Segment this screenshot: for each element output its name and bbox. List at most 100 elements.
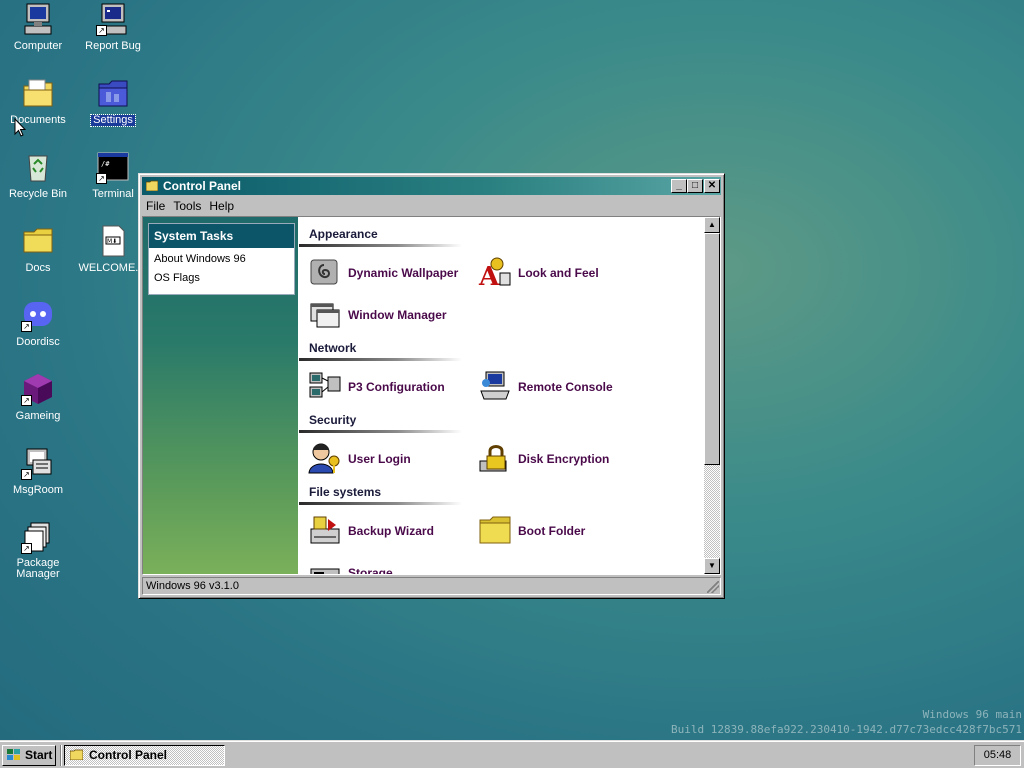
desktop-icon-report-bug[interactable]: ↗ Report Bug xyxy=(76,2,150,52)
build-watermark-title: Windows 96 main xyxy=(922,708,1022,721)
section-title: Network xyxy=(309,341,357,355)
network-computers-icon xyxy=(308,369,342,403)
look-and-feel-icon: A xyxy=(478,255,512,289)
control-panel-icon xyxy=(146,180,158,191)
start-label: Start xyxy=(25,748,53,762)
shortcut-arrow-icon: ↗ xyxy=(96,173,107,184)
desktop-icon-computer[interactable]: Computer xyxy=(1,2,75,52)
scroll-down-button[interactable]: ▼ xyxy=(704,558,720,574)
control-panel-window[interactable]: Control Panel _ □ ✕ File Tools Help System… xyxy=(138,173,725,599)
dynamic-wallpaper-icon xyxy=(308,255,342,289)
settings-folder-icon xyxy=(96,76,130,110)
section-title: Appearance xyxy=(309,227,378,241)
task-link-os-flags[interactable]: OS Flags xyxy=(149,268,294,287)
system-tasks-header: System Tasks xyxy=(149,224,294,248)
desktop-icon-msgroom[interactable]: ↗ MsgRoom xyxy=(1,446,75,496)
window-title: Control Panel xyxy=(163,179,242,193)
minimize-button[interactable]: _ xyxy=(671,179,687,193)
recycle-bin-icon xyxy=(21,150,55,184)
task-link-about[interactable]: About Windows 96 xyxy=(149,248,294,268)
task-label: Control Panel xyxy=(89,748,168,762)
section-file-systems: File systems xyxy=(299,485,462,505)
vertical-scrollbar[interactable]: ▲ ▼ xyxy=(704,217,720,574)
game-cube-icon: ↗ xyxy=(21,372,55,406)
desktop-icon-label: Report Bug xyxy=(85,40,141,52)
svg-text:M⬇: M⬇ xyxy=(107,238,117,245)
item-label: Look and Feel xyxy=(518,266,599,280)
desktop-icon-docs[interactable]: Docs xyxy=(1,224,75,274)
menu-tools[interactable]: Tools xyxy=(169,197,205,215)
desktop-icon-label: Docs xyxy=(25,262,51,274)
control-panel-icon xyxy=(70,749,83,760)
doordisc-icon: ↗ xyxy=(21,298,55,332)
report-bug-icon: ↗ xyxy=(96,2,130,36)
item-label: User Login xyxy=(348,452,411,466)
remote-console-icon xyxy=(478,369,512,403)
desktop-icon-label: Computer xyxy=(13,40,63,52)
resize-grip-icon[interactable] xyxy=(707,581,719,593)
desktop-icon-recycle-bin[interactable]: Recycle Bin xyxy=(1,150,75,200)
scroll-up-button[interactable]: ▲ xyxy=(704,217,720,233)
scroll-thumb[interactable] xyxy=(704,233,720,465)
shortcut-arrow-icon: ↗ xyxy=(96,25,107,36)
section-divider xyxy=(299,358,462,361)
menu-bar: File Tools Help xyxy=(142,197,721,215)
desktop-icon-documents[interactable]: Documents xyxy=(1,76,75,126)
desktop-icon-gameing[interactable]: ↗ Gameing xyxy=(1,372,75,422)
taskbar-clock[interactable]: 05:48 xyxy=(974,745,1021,766)
taskbar-task-control-panel[interactable]: Control Panel xyxy=(64,745,225,766)
item-label: Remote Console xyxy=(518,380,613,394)
window-manager-icon xyxy=(308,297,342,331)
desktop-icon-label: Gameing xyxy=(15,410,61,422)
desktop-icon-label: Terminal xyxy=(92,188,134,200)
shortcut-arrow-icon: ↗ xyxy=(21,395,32,406)
documents-folder-icon xyxy=(21,76,55,110)
taskbar-separator xyxy=(60,745,62,766)
package-manager-icon: ↗ xyxy=(21,520,55,554)
section-network: Network xyxy=(299,341,462,361)
desktop-icon-label: Package Manager xyxy=(16,557,60,580)
desktop-icon-package-manager[interactable]: ↗ Package Manager xyxy=(1,520,75,580)
storage-drive-icon xyxy=(308,555,342,574)
maximize-button[interactable]: □ xyxy=(687,179,703,193)
desktop-icon-doordisc[interactable]: ↗ Doordisc xyxy=(1,298,75,348)
section-divider xyxy=(299,430,462,433)
item-label: Boot Folder xyxy=(518,524,586,538)
desktop-icon-label: Recycle Bin xyxy=(8,188,68,200)
build-watermark-build: Build 12839.88efa922.230410-1942.d77c73e… xyxy=(671,723,1022,736)
status-text: Windows 96 v3.1.0 xyxy=(146,580,239,592)
menu-file[interactable]: File xyxy=(142,197,169,215)
backup-wizard-icon xyxy=(308,513,342,547)
shortcut-arrow-icon: ↗ xyxy=(21,321,32,332)
desktop-icon-settings[interactable]: Settings xyxy=(76,76,150,127)
menu-help[interactable]: Help xyxy=(205,197,238,215)
item-label: Disk Encryption xyxy=(518,452,610,466)
section-title: Security xyxy=(309,413,357,427)
svg-text:/#: /# xyxy=(101,160,110,168)
desktop-icon-label: Doordisc xyxy=(16,336,60,348)
section-appearance: Appearance xyxy=(299,227,462,247)
section-divider xyxy=(299,244,462,247)
item-label: Dynamic Wallpaper xyxy=(348,266,459,280)
shortcut-arrow-icon: ↗ xyxy=(21,469,32,480)
close-button[interactable]: ✕ xyxy=(704,179,720,193)
item-label: Backup Wizard xyxy=(348,524,434,538)
window-client-area: System Tasks About Windows 96 OS Flags A… xyxy=(142,216,721,575)
taskbar: Start Control Panel 05:48 xyxy=(0,740,1024,768)
desktop-icon-label: Settings xyxy=(90,114,136,127)
task-sidebar: System Tasks About Windows 96 OS Flags xyxy=(143,217,298,574)
status-bar: Windows 96 v3.1.0 xyxy=(142,577,721,595)
computer-icon xyxy=(21,2,55,36)
start-logo-icon xyxy=(7,749,21,761)
msgroom-icon: ↗ xyxy=(21,446,55,480)
start-button[interactable]: Start xyxy=(2,745,56,766)
item-label: Window Manager xyxy=(348,308,447,322)
folder-icon xyxy=(478,513,512,547)
system-tasks-panel: System Tasks About Windows 96 OS Flags xyxy=(148,223,295,295)
control-panel-items: Appearance Dynamic Wallpaper A Look and … xyxy=(299,217,704,574)
title-bar[interactable]: Control Panel _ □ ✕ xyxy=(142,177,721,195)
user-login-icon xyxy=(308,441,342,475)
desktop-icon-label: MsgRoom xyxy=(12,484,64,496)
markdown-file-icon: M⬇ xyxy=(96,224,130,258)
terminal-icon: /# ↗ xyxy=(96,150,130,184)
